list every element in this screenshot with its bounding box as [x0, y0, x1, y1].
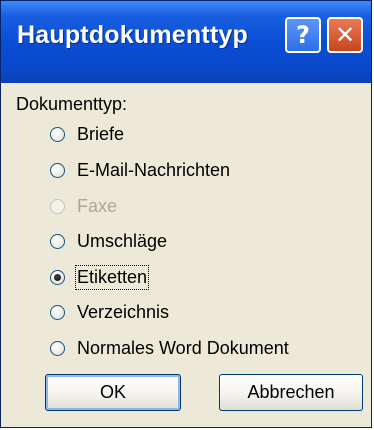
radio-label: Normales Word Dokument: [77, 337, 289, 358]
radio-button[interactable]: [50, 304, 65, 320]
radio-button[interactable]: [50, 340, 65, 356]
radio-button[interactable]: [50, 233, 65, 249]
radio-option-etiketten[interactable]: Etiketten: [50, 264, 150, 290]
radio-button[interactable]: [50, 162, 65, 178]
radio-option-faxe: Faxe: [50, 193, 117, 219]
dialog-body: Dokumenttyp: Briefe E-Mail-Nachrichten F…: [1, 83, 371, 427]
ok-button[interactable]: OK: [45, 374, 181, 411]
document-type-label: Dokumenttyp:: [16, 94, 128, 114]
radio-option-verzeichnis[interactable]: Verzeichnis: [50, 299, 169, 325]
radio-button-disabled: [50, 198, 65, 214]
radio-option-email[interactable]: E-Mail-Nachrichten: [50, 157, 230, 183]
radio-label: Briefe: [77, 123, 125, 144]
help-icon[interactable]: ?: [285, 17, 321, 53]
radio-option-normales-word-dokument[interactable]: Normales Word Dokument: [50, 335, 289, 361]
close-icon[interactable]: ✕: [327, 17, 363, 53]
radio-label: Etiketten: [74, 264, 150, 290]
radio-label: Verzeichnis: [77, 301, 170, 322]
window-title: Hauptdokumenttyp: [17, 21, 248, 49]
radio-label: Faxe: [77, 195, 118, 216]
radio-label: Umschläge: [77, 230, 168, 251]
radio-option-umschlaege[interactable]: Umschläge: [50, 228, 167, 254]
title-bar[interactable]: Hauptdokumenttyp ? ✕: [1, 1, 371, 83]
radio-label: E-Mail-Nachrichten: [77, 159, 231, 180]
dialog-window: Hauptdokumenttyp ? ✕ Dokumenttyp: Briefe…: [0, 0, 372, 428]
radio-button[interactable]: [50, 126, 65, 142]
radio-option-briefe[interactable]: Briefe: [50, 121, 124, 147]
cancel-button[interactable]: Abbrechen: [219, 374, 363, 411]
radio-button-selected[interactable]: [50, 269, 65, 285]
radio-selected-dot: [54, 273, 61, 281]
